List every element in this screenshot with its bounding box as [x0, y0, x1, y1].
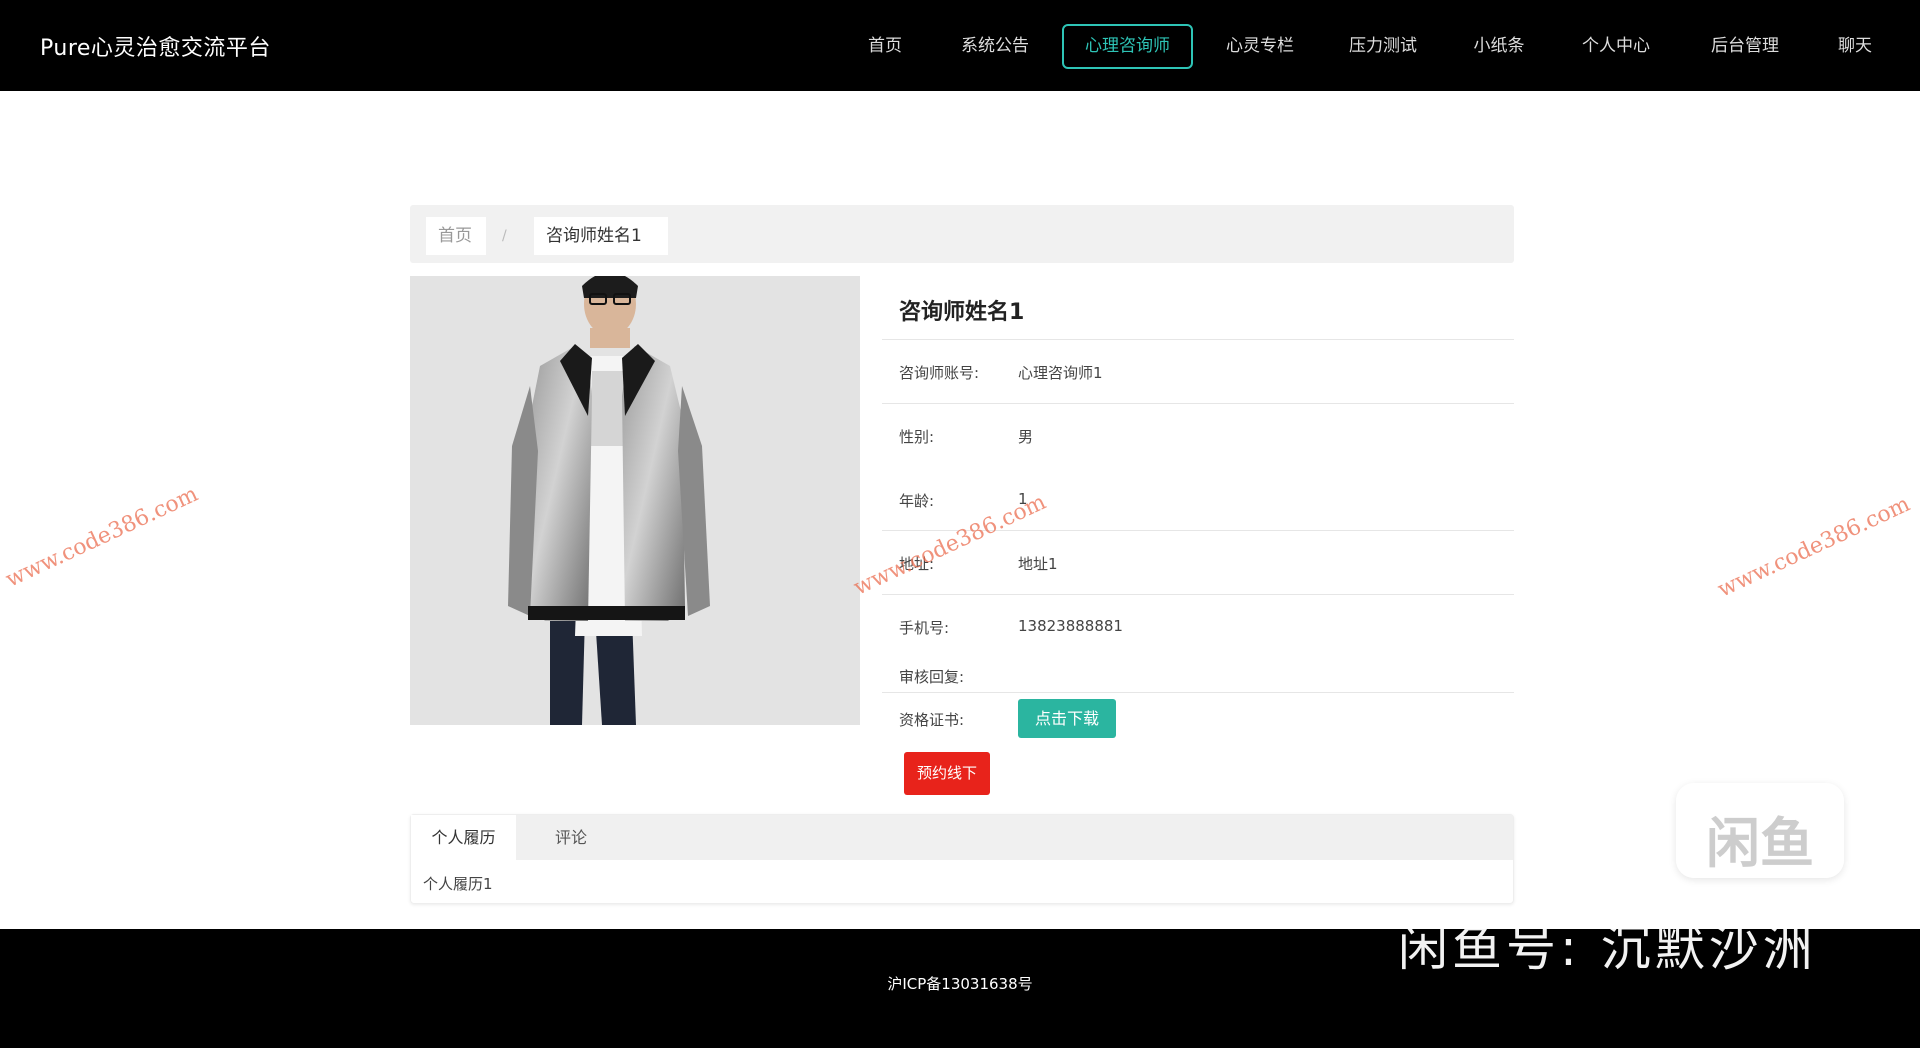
breadcrumb-current: 咨询师姓名1 [534, 217, 668, 255]
field-label-review-reply: 审核回复: [899, 668, 965, 686]
nav-counselors[interactable]: 心理咨询师 [1062, 24, 1193, 69]
field-label-account: 咨询师账号: [899, 364, 980, 382]
nav-admin[interactable]: 后台管理 [1700, 24, 1790, 69]
field-label-certificate: 资格证书: [899, 711, 965, 729]
breadcrumb-home[interactable]: 首页 [426, 217, 486, 255]
tab-resume[interactable]: 个人履历 [411, 815, 516, 860]
field-label-gender: 性别: [899, 428, 935, 446]
divider [882, 403, 1514, 404]
tab-content: 个人履历1 [423, 875, 493, 893]
tab-bar: 个人履历 评论 [411, 815, 1513, 860]
divider [882, 339, 1514, 340]
field-label-age: 年龄: [899, 492, 935, 510]
xianyu-id-watermark: 闲鱼号: 沉默沙洲 [1398, 919, 1817, 977]
counselor-name: 咨询师姓名1 [899, 300, 1025, 325]
field-value-account: 心理咨询师1 [1018, 364, 1103, 382]
field-value-phone: 13823888881 [1018, 617, 1123, 635]
divider [882, 594, 1514, 595]
breadcrumb-separator: / [502, 228, 507, 244]
book-offline-button[interactable]: 预约线下 [904, 752, 990, 795]
nav-stress-test[interactable]: 压力测试 [1338, 24, 1428, 69]
divider [882, 692, 1514, 693]
nav-columns[interactable]: 心灵专栏 [1215, 24, 1305, 69]
breadcrumb: 首页 / 咨询师姓名1 [410, 205, 1514, 263]
field-label-phone: 手机号: [899, 619, 950, 637]
site-watermark: www.code386.com [1714, 491, 1914, 603]
top-navbar: Pure心灵治愈交流平台 首页 系统公告 心理咨询师 心灵专栏 压力测试 小纸条… [0, 0, 1920, 91]
nav-personal-center[interactable]: 个人中心 [1571, 24, 1661, 69]
field-value-address: 地址1 [1018, 555, 1058, 573]
site-watermark: www.code386.com [2, 481, 202, 593]
site-watermark: www.code386.com [850, 489, 1050, 601]
tab-comments[interactable]: 评论 [516, 815, 626, 860]
counselor-photo-image [410, 276, 860, 725]
download-certificate-button[interactable]: 点击下载 [1018, 699, 1116, 738]
nav-home[interactable]: 首页 [855, 24, 915, 69]
counselor-photo [410, 276, 860, 725]
tabs-panel: 个人履历 评论 个人履历1 [410, 814, 1514, 904]
main-nav: 首页 系统公告 心理咨询师 心灵专栏 压力测试 小纸条 个人中心 后台管理 聊天 [0, 0, 1920, 91]
nav-chat[interactable]: 聊天 [1825, 24, 1885, 69]
xianyu-logo-text: 闲鱼 [1706, 812, 1814, 875]
nav-announcements[interactable]: 系统公告 [950, 24, 1040, 69]
xianyu-logo-watermark: 闲鱼 [1676, 783, 1844, 878]
nav-notes[interactable]: 小纸条 [1463, 24, 1535, 69]
field-value-gender: 男 [1018, 428, 1034, 446]
